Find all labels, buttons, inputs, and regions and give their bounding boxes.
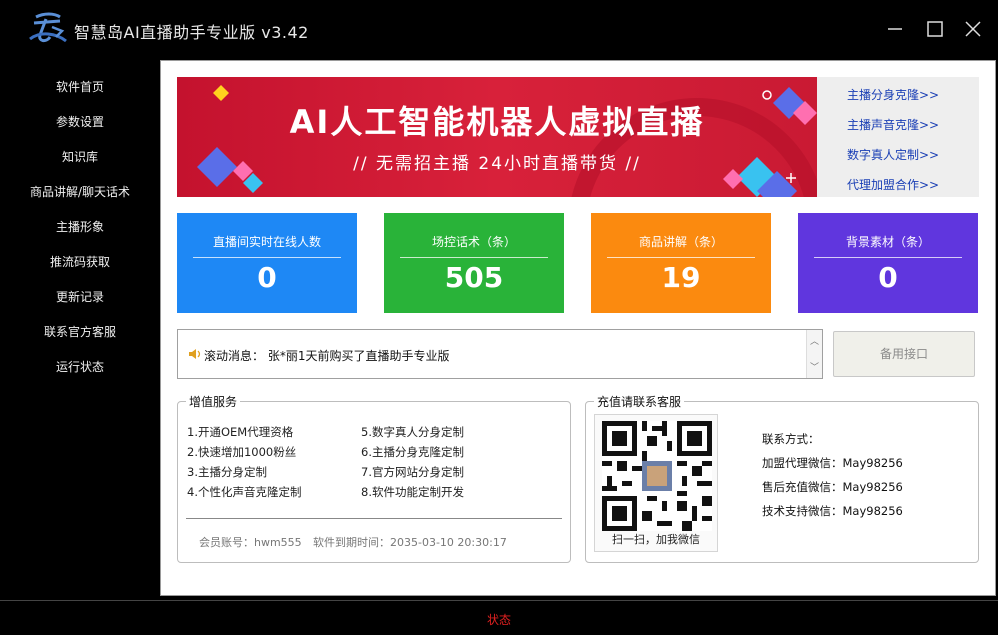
- member-account: 会员账号：hwm555: [199, 536, 302, 549]
- stat-label: 商品讲解（条）: [638, 235, 723, 249]
- stat-card-online-viewers: 直播间实时在线人数 0: [177, 213, 357, 313]
- status-bar: 状态: [0, 600, 998, 635]
- link-digital-human[interactable]: 数字真人定制>>: [847, 146, 939, 163]
- sidebar-item-settings[interactable]: 参数设置: [0, 107, 160, 137]
- stat-value: 0: [878, 261, 898, 294]
- sidebar-item-support[interactable]: 联系官方客服: [0, 317, 160, 347]
- speaker-icon: [189, 349, 201, 359]
- service-item: 4.个性化声音克隆定制: [187, 485, 302, 499]
- sidebar-item-stream-key[interactable]: 推流码获取: [0, 247, 160, 277]
- scroll-up-icon[interactable]: ︿: [810, 334, 819, 347]
- maximize-button[interactable]: [920, 14, 950, 44]
- scroll-down-icon[interactable]: ﹀: [810, 360, 819, 373]
- link-agent-partnership[interactable]: 代理加盟合作>>: [847, 176, 939, 193]
- wechat-qr-code: 扫一扫，加我微信: [594, 414, 718, 552]
- main-panel: AI人工智能机器人虚拟直播 // 无需招主播 24小时直播带货 // 主播分身克…: [160, 60, 996, 596]
- stat-divider: [607, 257, 755, 258]
- backup-endpoint-button[interactable]: 备用接口: [833, 331, 975, 377]
- sidebar-item-product-scripts[interactable]: 商品讲解/聊天话术: [0, 177, 160, 207]
- link-host-clone[interactable]: 主播分身克隆>>: [847, 86, 939, 103]
- stat-label: 背景素材（条）: [845, 235, 930, 249]
- minimize-button[interactable]: [880, 14, 910, 44]
- service-item: 7.官方网站分身定制: [361, 465, 464, 479]
- stat-card-control-scripts: 场控话术（条） 505: [384, 213, 564, 313]
- service-item: 2.快速增加1000粉丝: [187, 445, 297, 459]
- sidebar-item-run-status[interactable]: 运行状态: [0, 352, 160, 382]
- contact-agent-wechat: 加盟代理微信：May98256: [762, 456, 903, 470]
- contact-tech-support-wechat: 技术支持微信：May98256: [762, 504, 903, 518]
- close-button[interactable]: [958, 14, 988, 44]
- sidebar-item-changelog[interactable]: 更新记录: [0, 282, 160, 312]
- sidebar-item-knowledge-base[interactable]: 知识库: [0, 142, 160, 172]
- stat-value: 505: [444, 261, 504, 294]
- service-item: 6.主播分身克隆定制: [361, 445, 464, 459]
- services-divider: [186, 518, 562, 519]
- maximize-icon: [927, 21, 943, 37]
- recharge-title: 充值请联系客服: [594, 393, 685, 410]
- banner-subtitle: // 无需招主播 24小时直播带货 //: [353, 154, 641, 174]
- sidebar-item-home[interactable]: 软件首页: [0, 72, 160, 102]
- services-title: 增值服务: [186, 393, 241, 410]
- service-item: 8.软件功能定制开发: [361, 485, 464, 499]
- stat-value: 19: [661, 261, 701, 294]
- minimize-icon: [888, 28, 902, 30]
- license-expiry: 软件到期时间：2035-03-10 20:30:17: [313, 536, 507, 549]
- stat-label: 直播间实时在线人数: [212, 235, 321, 249]
- scrolling-message-box[interactable]: 滚动消息： 张*丽1天前购买了直播助手专业版 ︿ ﹀: [177, 329, 823, 379]
- service-item: 5.数字真人分身定制: [361, 425, 464, 439]
- scrolling-message-text: 滚动消息： 张*丽1天前购买了直播助手专业版: [204, 349, 450, 363]
- recharge-contact-group: 充值请联系客服 扫一扫，加我微信 联系方式： 加盟代理微信：May98256 售…: [585, 393, 979, 563]
- stat-card-background-assets: 背景素材（条） 0: [798, 213, 978, 313]
- stat-divider: [400, 257, 548, 258]
- stat-divider: [193, 257, 341, 258]
- title-bar: 智慧岛AI直播助手专业版 v3.42: [0, 0, 998, 58]
- sidebar-item-host-avatar[interactable]: 主播形象: [0, 212, 160, 242]
- service-item: 3.主播分身定制: [187, 465, 267, 479]
- value-added-services-group: 增值服务 1.开通OEM代理资格 2.快速增加1000粉丝 3.主播分身定制 4…: [177, 393, 571, 563]
- status-text: 状态: [486, 613, 511, 627]
- service-item: 1.开通OEM代理资格: [187, 425, 294, 439]
- stat-divider: [814, 257, 962, 258]
- close-icon: [965, 21, 981, 37]
- contact-aftersales-wechat: 售后充值微信：May98256: [762, 480, 903, 494]
- sidebar-nav: 软件首页 参数设置 知识库 商品讲解/聊天话术 主播形象 推流码获取 更新记录 …: [0, 58, 160, 598]
- link-voice-clone[interactable]: 主播声音克隆>>: [847, 116, 939, 133]
- qr-code-icon: [602, 421, 712, 531]
- stat-label: 场控话术（条）: [431, 235, 516, 249]
- qr-caption: 扫一扫，加我微信: [612, 533, 700, 546]
- contact-title: 联系方式：: [762, 432, 820, 446]
- service-link-panel: 主播分身克隆>> 主播声音克隆>> 数字真人定制>> 代理加盟合作>>: [817, 77, 979, 197]
- banner-title: AI人工智能机器人虚拟直播: [289, 103, 705, 141]
- stat-value: 0: [257, 261, 277, 294]
- app-logo-icon: [26, 9, 70, 49]
- promo-banner[interactable]: AI人工智能机器人虚拟直播 // 无需招主播 24小时直播带货 //: [177, 77, 817, 197]
- stat-card-product-explanations: 商品讲解（条） 19: [591, 213, 771, 313]
- app-title: 智慧岛AI直播助手专业版 v3.42: [74, 23, 309, 42]
- ticker-scrollbar[interactable]: ︿ ﹀: [806, 330, 822, 378]
